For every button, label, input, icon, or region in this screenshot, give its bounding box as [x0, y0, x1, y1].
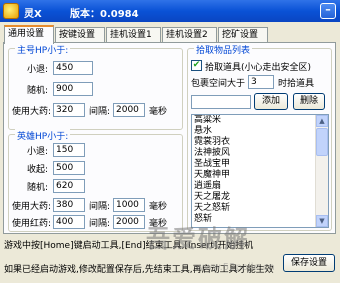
scroll-thumb[interactable]	[316, 128, 328, 156]
main-logout-input[interactable]	[53, 61, 93, 75]
main-random-input[interactable]	[53, 82, 93, 96]
list-item[interactable]: 天之屠龙	[192, 192, 328, 203]
hero-logout-input[interactable]	[53, 143, 85, 157]
watermark-url: www.52pojie.cn	[196, 262, 275, 273]
list-item[interactable]: 天之怒斩	[192, 203, 328, 214]
hero-big-interval-input[interactable]	[113, 198, 145, 212]
save-settings-button[interactable]: 保存设置	[283, 254, 335, 272]
hero-red-interval-label: 间隔:	[89, 219, 111, 229]
list-scrollbar[interactable]: ▲ ▼	[315, 115, 328, 227]
app-title: 灵X	[24, 9, 42, 20]
app-version: 版本：0.0984	[70, 9, 139, 20]
add-item-button[interactable]: 添加	[254, 93, 288, 110]
main-potion-input[interactable]	[53, 103, 85, 117]
delete-item-button[interactable]: 删除	[293, 93, 325, 110]
tab-hangup-1[interactable]: 挂机设置1	[106, 27, 161, 43]
list-item[interactable]: 霓裳羽衣	[192, 137, 328, 148]
minimize-button[interactable]: –	[320, 3, 336, 19]
main-potion-label: 使用大药:	[12, 107, 52, 117]
hero-logout-label: 小退:	[27, 147, 49, 157]
tab-keys[interactable]: 按键设置	[55, 27, 105, 43]
hero-red-potion-label: 使用红药:	[12, 219, 52, 229]
main-interval-label: 间隔:	[89, 107, 111, 117]
tab-mining[interactable]: 挖矿设置	[218, 27, 268, 43]
watermark-text: 吾爱破解	[146, 225, 250, 253]
tab-hangup-2[interactable]: 挂机设置2	[162, 27, 217, 43]
tab-panel: 主号HP小于: 小退: 随机: 使用大药: 间隔: 毫秒 英雄HP小于: 小退:…	[3, 42, 336, 234]
app-logo-icon	[3, 3, 19, 19]
hero-red-potion-input[interactable]	[53, 215, 85, 229]
main-random-label: 随机:	[27, 86, 49, 96]
hero-recall-label: 收起:	[27, 165, 49, 175]
pickup-item-list[interactable]: 高粱米 悬水 霓裳羽衣 法神披风 圣战宝甲 天魔神甲 逍遥扇 天之屠龙 天之怒斩…	[191, 114, 329, 228]
tab-general[interactable]: 通用设置	[4, 25, 54, 44]
main-logout-label: 小退:	[27, 65, 49, 75]
bag-space-suffix: 时拾道具	[278, 79, 315, 89]
pickup-group: 拾取物品列表 ✔ 拾取道具(小心走出安全区) 包裹空间大于 时拾道具 添加 删除…	[187, 43, 332, 231]
hero-big-potion-label: 使用大药:	[12, 202, 52, 212]
hero-big-potion-input[interactable]	[53, 198, 85, 212]
main-hp-group: 主号HP小于: 小退: 随机: 使用大药: 间隔: 毫秒	[8, 43, 183, 130]
pickup-checkbox[interactable]: ✔	[191, 60, 202, 71]
pickup-group-title: 拾取物品列表	[194, 43, 253, 56]
scroll-down-icon[interactable]: ▼	[316, 215, 328, 227]
bag-space-input[interactable]	[248, 75, 274, 89]
hero-hp-group: 英雄HP小于: 小退: 收起: 随机: 使用大药: 间隔: 毫秒 使用红药: 间…	[8, 129, 183, 232]
title-bar: 灵X 版本：0.0984 –	[0, 0, 340, 22]
list-item[interactable]: 逍遥扇	[192, 181, 328, 192]
hero-big-interval-label: 间隔:	[89, 202, 111, 212]
list-item[interactable]: 高粱米	[192, 115, 328, 126]
hero-random-input[interactable]	[53, 179, 85, 193]
hero-big-interval-unit: 毫秒	[149, 202, 168, 212]
scroll-up-icon[interactable]: ▲	[316, 115, 328, 127]
hero-red-interval-input[interactable]	[113, 215, 145, 229]
hero-random-label: 随机:	[27, 183, 49, 193]
list-item[interactable]: 天魔神甲	[192, 170, 328, 181]
list-item[interactable]: 悬水	[192, 126, 328, 137]
hero-hp-group-title: 英雄HP小于:	[15, 129, 71, 142]
main-hp-group-title: 主号HP小于:	[15, 43, 71, 56]
hero-recall-input[interactable]	[53, 161, 85, 175]
list-item[interactable]: 法神披风	[192, 148, 328, 159]
list-item[interactable]: 圣战宝甲	[192, 159, 328, 170]
new-item-input[interactable]	[191, 95, 251, 109]
main-interval-unit: 毫秒	[149, 107, 168, 117]
main-interval-input[interactable]	[113, 103, 145, 117]
pickup-checkbox-label: 拾取道具(小心走出安全区)	[205, 63, 312, 73]
bag-space-label: 包裹空间大于	[191, 79, 246, 89]
